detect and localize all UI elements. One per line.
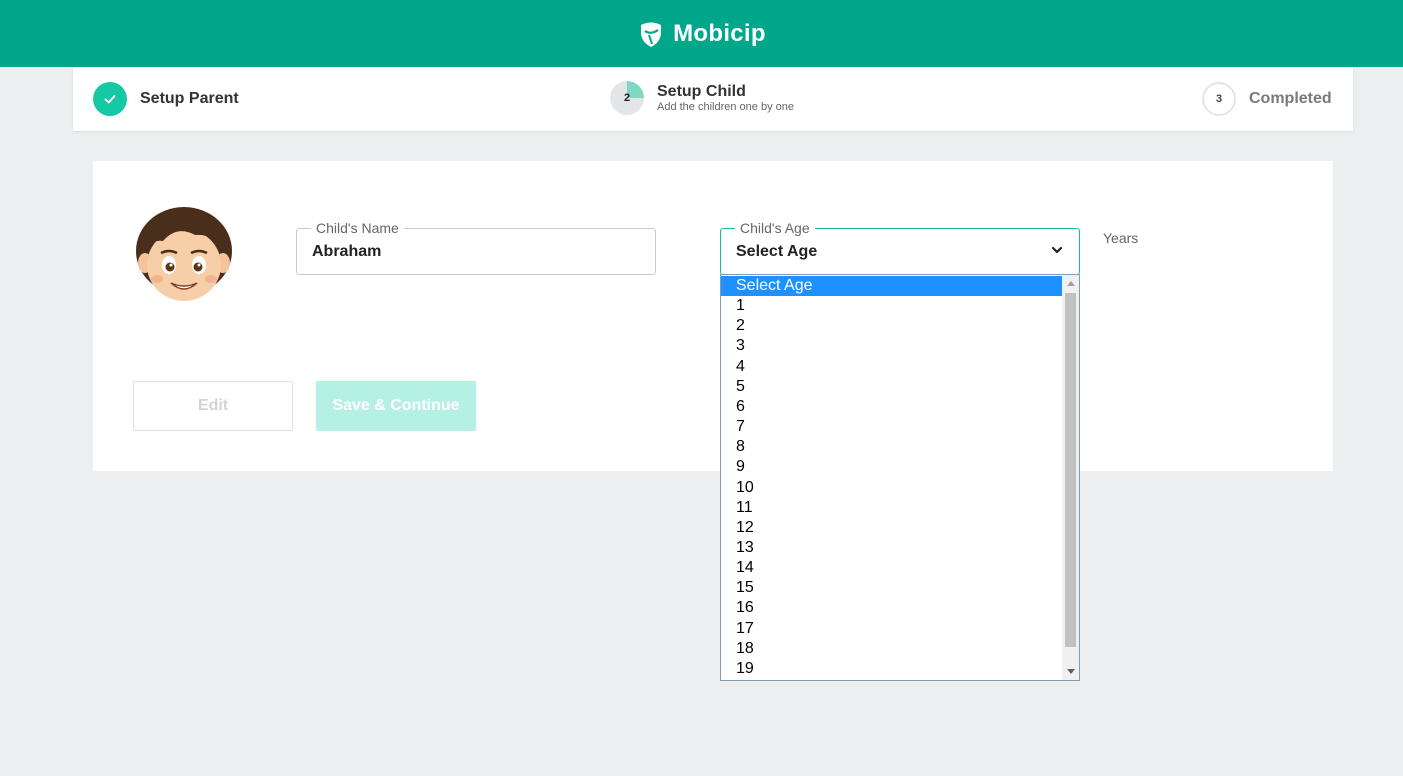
age-option[interactable]: 11: [721, 498, 1063, 518]
scroll-up-arrow-icon[interactable]: [1062, 275, 1079, 292]
step-2-circle: 2: [610, 81, 644, 115]
child-age-select[interactable]: Child's Age Select Age: [720, 220, 1080, 275]
step-1-circle: [93, 82, 127, 116]
step-1-title: Setup Parent: [140, 90, 239, 107]
age-option[interactable]: 5: [721, 377, 1063, 397]
age-option[interactable]: Select Age: [721, 276, 1063, 296]
step-setup-child: 2 Setup Child Add the children one by on…: [610, 81, 794, 115]
setup-stepper: Setup Parent 2 Setup Child Add the child…: [73, 67, 1353, 131]
mobicip-shield-logo-icon: [641, 22, 662, 47]
age-option[interactable]: 7: [721, 417, 1063, 437]
age-option[interactable]: 1: [721, 296, 1063, 316]
age-option[interactable]: 3: [721, 336, 1063, 356]
age-option[interactable]: 2: [721, 316, 1063, 336]
age-option[interactable]: 4: [721, 357, 1063, 377]
scrollbar-thumb[interactable]: [1065, 293, 1076, 647]
child-age-value: Select Age: [736, 243, 818, 260]
edit-button[interactable]: Edit: [133, 381, 293, 431]
step-3-circle: 3: [1202, 82, 1236, 116]
age-option[interactable]: 19: [721, 659, 1063, 679]
child-name-label: Child's Name: [311, 220, 404, 236]
step-2-title: Setup Child: [657, 83, 746, 100]
child-avatar-icon: [136, 207, 232, 301]
age-option[interactable]: 13: [721, 538, 1063, 558]
age-option[interactable]: 15: [721, 578, 1063, 598]
age-option[interactable]: 8: [721, 437, 1063, 457]
age-option[interactable]: 17: [721, 619, 1063, 639]
age-option[interactable]: 6: [721, 397, 1063, 417]
child-name-field[interactable]: Child's Name Abraham: [296, 220, 656, 275]
checkmark-icon: [104, 95, 116, 104]
age-option[interactable]: 9: [721, 457, 1063, 477]
age-option[interactable]: 18: [721, 639, 1063, 659]
scroll-down-arrow-icon[interactable]: [1062, 663, 1079, 680]
save-continue-button[interactable]: Save & Continue: [316, 381, 476, 431]
child-name-value: Abraham: [312, 243, 382, 260]
brand-logo[interactable]: Mobicip: [637, 20, 766, 48]
chevron-down-icon[interactable]: [1051, 244, 1063, 256]
age-option[interactable]: 14: [721, 558, 1063, 578]
age-option[interactable]: 16: [721, 598, 1063, 618]
brand-name: Mobicip: [673, 19, 766, 47]
step-2-subtitle: Add the children one by one: [657, 101, 794, 113]
step-3-title: Completed: [1249, 90, 1332, 107]
dropdown-scrollbar[interactable]: [1062, 275, 1079, 680]
step-completed: 3 Completed: [1202, 82, 1332, 116]
top-header-bar: Mobicip: [0, 0, 1403, 67]
age-unit-label: Years: [1103, 230, 1139, 246]
child-setup-card: Child's Name Abraham Child's Age Select …: [93, 161, 1333, 471]
age-dropdown-list[interactable]: Select Age 1 2 3 4 5 6 7 8 9 10 11 12 13 14 15 16 17 18 19: [720, 274, 1080, 681]
step-setup-parent: Setup Parent: [93, 82, 239, 116]
age-option[interactable]: 10: [721, 478, 1063, 498]
age-option[interactable]: 12: [721, 518, 1063, 538]
child-age-label: Child's Age: [735, 220, 815, 236]
